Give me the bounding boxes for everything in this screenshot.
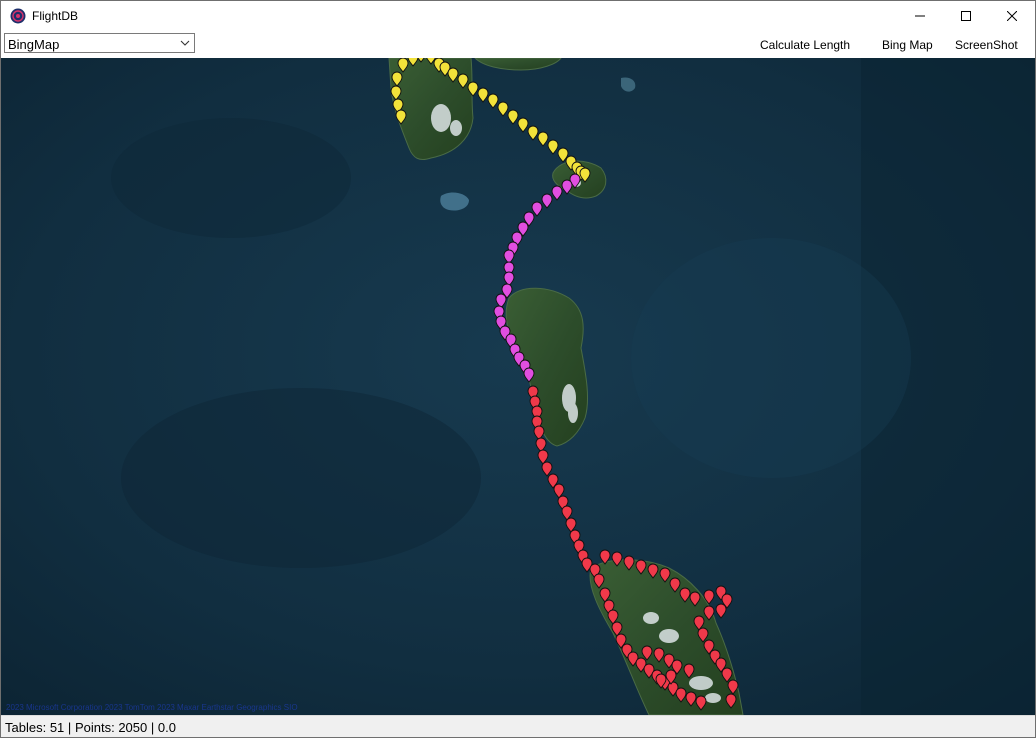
sea-shade xyxy=(121,388,481,568)
sea-shade xyxy=(111,118,351,238)
status-separator: | xyxy=(67,720,72,735)
close-icon xyxy=(1007,11,1017,21)
bing-map-button[interactable]: Bing Map xyxy=(882,38,933,52)
minimize-icon xyxy=(915,15,925,17)
points-label: Points: xyxy=(74,720,115,735)
chevron-down-icon xyxy=(180,40,190,46)
close-button[interactable] xyxy=(989,1,1035,31)
status-separator: | xyxy=(150,720,155,735)
tables-label: Tables: xyxy=(5,720,47,735)
status-text: Tables: 51 | Points: 2050 | 0.0 xyxy=(5,720,176,735)
minimize-button[interactable] xyxy=(897,1,943,31)
points-count: 2050 xyxy=(118,720,148,735)
app-window: FlightDB BingMap Calculate Length Bing M… xyxy=(0,0,1036,738)
map-view[interactable]: 2023 Microsoft Corporation 2023 TomTom 2… xyxy=(1,58,1035,715)
maximize-icon xyxy=(961,11,971,21)
map-type-select[interactable]: BingMap xyxy=(4,33,195,53)
map-type-selected: BingMap xyxy=(8,37,60,52)
satellite-map[interactable] xyxy=(1,58,1035,715)
maximize-button[interactable] xyxy=(943,1,989,31)
screenshot-button[interactable]: ScreenShot xyxy=(955,38,1018,52)
window-title: FlightDB xyxy=(32,9,79,23)
tables-count: 51 xyxy=(49,720,65,735)
map-copyright: 2023 Microsoft Corporation 2023 TomTom 2… xyxy=(6,703,298,712)
toolbar: BingMap Calculate Length Bing Map Screen… xyxy=(1,31,1035,58)
status-extra-value: 0.0 xyxy=(157,720,176,735)
status-bar: Tables: 51 | Points: 2050 | 0.0 xyxy=(1,715,1035,737)
app-logo-icon xyxy=(10,8,26,24)
calculate-length-button[interactable]: Calculate Length xyxy=(760,38,850,52)
title-bar: FlightDB xyxy=(1,1,1035,31)
sea-shade xyxy=(631,238,911,478)
